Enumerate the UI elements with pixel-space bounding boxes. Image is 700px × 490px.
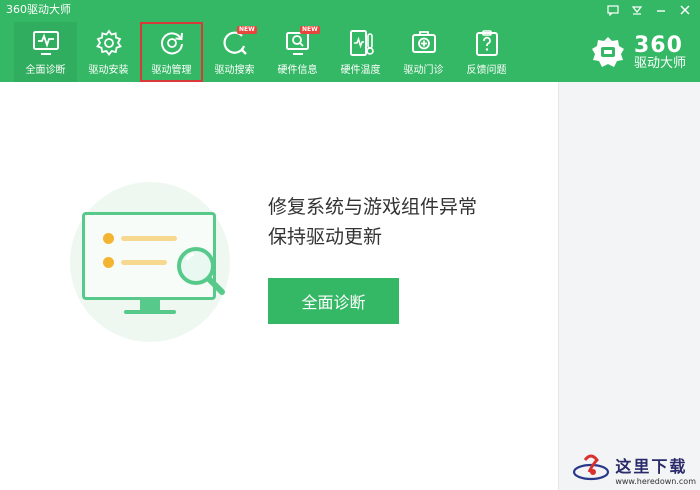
tab-label: 全面诊断: [25, 65, 66, 76]
full-diagnosis-button[interactable]: 全面诊断: [268, 278, 399, 324]
main-panel: 修复系统与游戏组件异常 保持驱动更新 全面诊断: [0, 82, 558, 490]
hero-line-1: 修复系统与游戏组件异常: [268, 196, 478, 218]
title-bar: 360驱动大师: [0, 0, 700, 20]
main-toolbar: 全面诊断 驱动安装 驱动管理 NEW 驱动搜索 NEW 硬件信息 硬件温度 驱动…: [14, 22, 518, 82]
menu-icon[interactable]: [628, 2, 646, 18]
tab-driver-manage[interactable]: 驱动管理: [140, 22, 203, 82]
question-clipboard-icon: [470, 26, 504, 60]
check-icon: [103, 257, 114, 268]
tab-driver-clinic[interactable]: 驱动门诊: [392, 22, 455, 82]
tab-label: 驱动门诊: [403, 65, 444, 76]
brand-name: 驱动大师: [633, 56, 686, 71]
tab-label: 硬件温度: [340, 65, 381, 76]
check-icon: [103, 233, 114, 244]
side-panel: [558, 82, 700, 490]
tab-hardware-temperature[interactable]: 硬件温度: [329, 22, 392, 82]
minimize-icon[interactable]: [652, 2, 670, 18]
gear-logo-icon: [588, 34, 628, 74]
hero-headline: 修复系统与游戏组件异常 保持驱动更新: [268, 192, 477, 252]
tab-label: 驱动管理: [151, 65, 192, 76]
new-badge: NEW: [300, 26, 320, 34]
monitor-pulse-icon: [29, 26, 63, 60]
window-controls: [604, 2, 694, 18]
gear-icon: [92, 26, 126, 60]
window-title: 360驱动大师: [6, 3, 71, 16]
tab-driver-search[interactable]: NEW 驱动搜索: [203, 22, 266, 82]
tab-label: 驱动安装: [88, 65, 129, 76]
decorative-line: [121, 260, 167, 265]
decorative-line: [121, 236, 177, 241]
heredown-logo-icon: [571, 450, 611, 488]
close-icon[interactable]: [676, 2, 694, 18]
new-badge: NEW: [237, 26, 257, 34]
tab-full-diagnosis[interactable]: 全面诊断: [14, 22, 77, 82]
monitor-stand: [140, 300, 160, 310]
tab-label: 硬件信息: [277, 65, 318, 76]
medical-kit-icon: [407, 26, 441, 60]
monitor-base: [124, 310, 176, 314]
tab-label: 反馈问题: [466, 65, 507, 76]
tab-label: 驱动搜索: [214, 65, 255, 76]
watermark: 这里下载 www.heredown.com: [571, 450, 696, 488]
tab-feedback[interactable]: 反馈问题: [455, 22, 518, 82]
app-header: 360驱动大师 全面诊断 驱动安装 驱动管理 NEW 驱动搜索 NEW 硬件信息…: [0, 0, 700, 82]
watermark-url: www.heredown.com: [615, 476, 696, 486]
brand-number: 360: [633, 33, 683, 58]
thermometer-icon: [344, 26, 378, 60]
tab-hardware-info[interactable]: NEW 硬件信息: [266, 22, 329, 82]
brand-logo: 360 驱动大师: [588, 34, 686, 74]
message-icon[interactable]: [604, 2, 622, 18]
magnifier-icon: [172, 242, 232, 302]
watermark-text: 这里下载: [615, 456, 688, 476]
hero-line-2: 保持驱动更新: [268, 226, 383, 248]
refresh-gear-icon: [155, 26, 189, 60]
tab-driver-install[interactable]: 驱动安装: [77, 22, 140, 82]
